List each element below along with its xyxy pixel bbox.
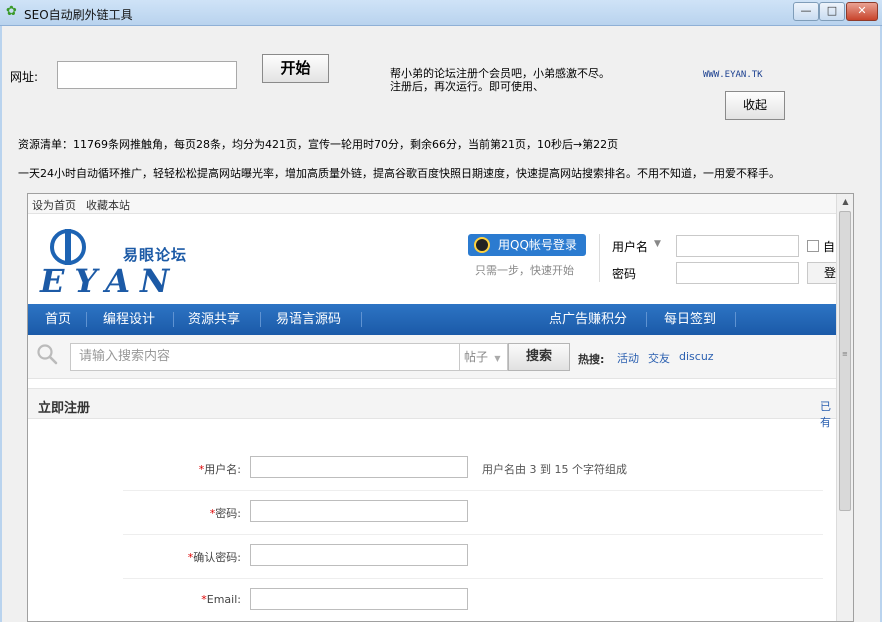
auto-login-checkbox[interactable] — [807, 240, 819, 252]
notice-line-2: 注册后，再次运行。即可使用、 — [390, 80, 544, 93]
username-field[interactable] — [250, 456, 468, 478]
hot-link-activity[interactable]: 活动 — [617, 350, 639, 366]
nav-home[interactable]: 首页 — [45, 304, 71, 335]
auto-login-label: 自 — [823, 240, 836, 254]
search-icon — [37, 344, 58, 365]
promo-line: 一天24小时自动循环推广，轻轻松松提高网站曝光率，增加高质量外链，提高谷歌百度快… — [18, 167, 780, 180]
chevron-down-icon: ▼ — [491, 354, 501, 363]
hot-link-friends[interactable]: 交友 — [648, 350, 670, 366]
forum-top-bar: 设为首页 收藏本站 — [28, 194, 838, 214]
password-field[interactable] — [250, 500, 468, 522]
qq-penguin-icon — [474, 237, 490, 253]
form-row-username: *用户名: 用户名由 3 到 15 个字符组成 — [123, 447, 823, 491]
logo-en-text: EYAN — [40, 262, 180, 300]
nav-separator — [260, 312, 261, 327]
login-username-input[interactable] — [676, 235, 799, 257]
nav-separator — [86, 312, 87, 327]
search-button[interactable]: 搜索 — [508, 343, 570, 371]
search-bar: 请输入搜索内容 帖子 ▼ 搜索 热搜: 活动 交友 discuz — [28, 335, 838, 379]
scroll-grip-icon: ≡ — [842, 350, 848, 358]
username-label: 用户名 — [612, 240, 649, 254]
scroll-up-icon[interactable]: ▲ — [837, 194, 853, 210]
password-field-label: *密码: — [210, 505, 241, 521]
title-bar: ✿ SEO自动刷外链工具 — □ ✕ — [0, 0, 882, 26]
nav-separator — [735, 312, 736, 327]
confirm-password-field-label-text: 确认密码: — [193, 551, 241, 564]
username-field-label: *用户名: — [199, 461, 241, 477]
nav-daily-signin[interactable]: 每日签到 — [664, 304, 716, 335]
notice-text: 帮小弟的论坛注册个会员吧，小弟感激不尽。 注册后，再次运行。即可使用、 — [390, 67, 660, 93]
forum-nav: 首页 编程设计 资源共享 易语言源码 点广告赚积分 每日签到 — [28, 304, 838, 335]
username-field-label-text: 用户名: — [204, 463, 241, 476]
register-title: 立即注册 — [38, 401, 91, 416]
nav-ad-points[interactable]: 点广告赚积分 — [549, 304, 627, 335]
qq-login-button[interactable]: 用QQ帐号登录 — [468, 234, 586, 256]
collapse-button[interactable]: 收起 — [725, 91, 785, 120]
username-type-caret-icon[interactable]: ▼ — [654, 239, 661, 249]
bookmark-link[interactable]: 收藏本站 — [86, 197, 130, 213]
password-label: 密码 — [612, 267, 637, 281]
url-input[interactable] — [57, 61, 237, 89]
qq-login-subtext: 只需一步，快速开始 — [475, 264, 574, 277]
form-row-confirm: *确认密码: — [123, 535, 823, 579]
confirm-password-field[interactable] — [250, 544, 468, 566]
maximize-button[interactable]: □ — [819, 2, 845, 21]
login-button[interactable]: 登 — [807, 262, 837, 284]
browser-scrollbar[interactable]: ▲ ≡ — [836, 194, 853, 621]
search-type-select[interactable]: 帖子 ▼ — [460, 343, 508, 371]
window-title: SEO自动刷外链工具 — [24, 8, 133, 22]
login-password-input[interactable] — [676, 262, 799, 284]
app-icon: ✿ — [6, 4, 17, 19]
embedded-browser: 设为首页 收藏本站 易眼论坛 EYAN 用QQ帐号登录 只需一步，快速开始 用户… — [27, 193, 854, 622]
minimize-button[interactable]: — — [793, 2, 819, 21]
qq-login-label: 用QQ帐号登录 — [498, 238, 577, 252]
email-field[interactable] — [250, 588, 468, 610]
logo-emblem-icon — [50, 229, 86, 265]
hot-link-discuz[interactable]: discuz — [679, 350, 714, 363]
nav-separator — [173, 312, 174, 327]
confirm-password-field-label: *确认密码: — [188, 549, 241, 565]
nav-separator — [361, 312, 362, 327]
site-link[interactable]: WWW.EYAN.TK — [703, 70, 763, 80]
form-row-password: *密码: — [123, 491, 823, 535]
nav-separator — [646, 312, 647, 327]
nav-source-code[interactable]: 易语言源码 — [276, 304, 341, 335]
hot-search-label: 热搜: — [578, 353, 605, 366]
scroll-thumb[interactable]: ≡ — [839, 211, 851, 511]
set-homepage-link[interactable]: 设为首页 — [32, 197, 76, 213]
login-divider — [599, 234, 600, 282]
search-type-label: 帖子 — [464, 350, 489, 364]
close-button[interactable]: ✕ — [846, 2, 878, 21]
username-hint: 用户名由 3 到 15 个字符组成 — [482, 463, 627, 476]
form-row-email: *Email: — [123, 579, 823, 621]
search-input[interactable]: 请输入搜索内容 — [70, 343, 460, 371]
notice-line-1: 帮小弟的论坛注册个会员吧，小弟感激不尽。 — [390, 67, 610, 80]
register-header: 立即注册 已有 — [28, 388, 838, 429]
email-field-label-text: Email: — [206, 593, 241, 606]
email-field-label: *Email: — [201, 593, 241, 606]
status-line: 资源清单：11769条网推触角，每页28条，均分为421页，宣传一轮用时70分，… — [18, 138, 619, 151]
nav-programming[interactable]: 编程设计 — [103, 304, 155, 335]
start-button[interactable]: 开始 — [262, 54, 329, 83]
url-label: 网址: — [10, 70, 39, 84]
password-field-label-text: 密码: — [215, 507, 241, 520]
nav-resources[interactable]: 资源共享 — [188, 304, 240, 335]
forum-logo[interactable]: 易眼论坛 EYAN — [36, 224, 206, 300]
